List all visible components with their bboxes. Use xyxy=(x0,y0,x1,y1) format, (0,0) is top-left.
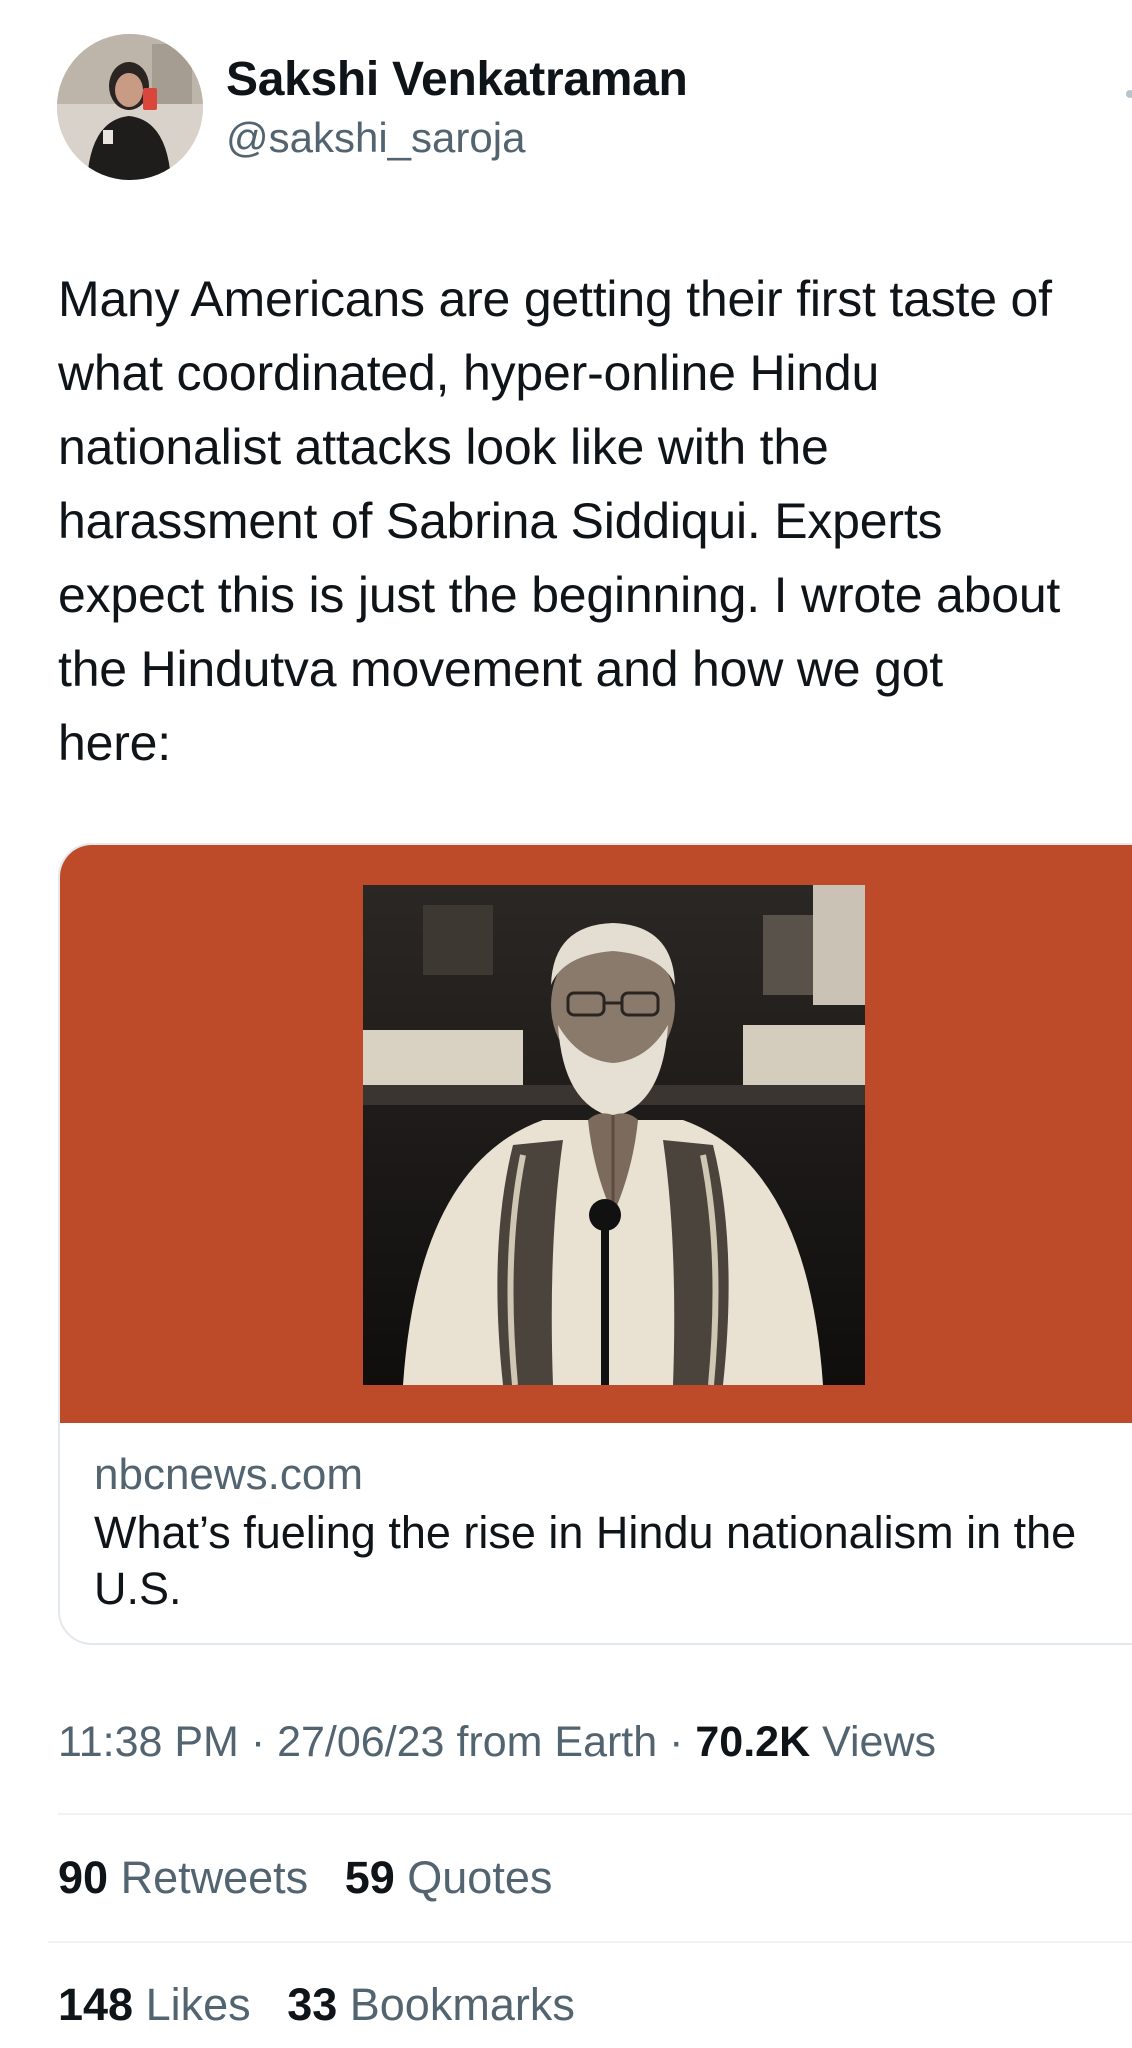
bookmarks-count: 33 xyxy=(287,1979,338,2030)
link-card[interactable]: nbcnews.com What’s fueling the rise in H… xyxy=(58,843,1132,1645)
stats-row-engagement: 90 Retweets 59 Quotes xyxy=(58,1852,576,1904)
author-avatar[interactable] xyxy=(57,34,203,180)
tweet-time[interactable]: 11:38 PM xyxy=(58,1718,239,1766)
tweet-date[interactable]: 27/06/23 xyxy=(277,1718,444,1766)
likes-label: Likes xyxy=(145,1979,251,2030)
divider-middle xyxy=(48,1941,1132,1943)
avatar-photo xyxy=(57,34,203,180)
quotes-label: Quotes xyxy=(407,1852,553,1903)
card-domain[interactable]: nbcnews.com xyxy=(94,1450,363,1500)
bookmarks-stat[interactable]: 33 Bookmarks xyxy=(287,1979,575,2030)
card-title[interactable]: What’s fueling the rise in Hindu nationa… xyxy=(94,1505,1124,1617)
likes-stat[interactable]: 148 Likes xyxy=(58,1979,263,2030)
retweets-stat[interactable]: 90 Retweets xyxy=(58,1852,321,1903)
views-count: 70.2K xyxy=(695,1718,811,1766)
quotes-count: 59 xyxy=(344,1852,395,1903)
retweets-count: 90 xyxy=(58,1852,109,1903)
likes-count: 148 xyxy=(58,1979,134,2030)
tweet-text: Many Americans are getting their first t… xyxy=(58,271,1061,771)
tweet-source: from Earth xyxy=(456,1718,658,1766)
tweet-header: Sakshi Venkatraman @sakshi_saroja xyxy=(57,34,1132,182)
tweet-meta: 11:38 PM · 27/06/23 from Earth · 70.2K V… xyxy=(58,1718,936,1767)
author-display-name[interactable]: Sakshi Venkatraman xyxy=(226,52,688,107)
more-dots-icon[interactable] xyxy=(1120,74,1132,114)
quotes-stat[interactable]: 59 Quotes xyxy=(345,1852,553,1903)
divider-top xyxy=(58,1813,1132,1815)
author-handle[interactable]: @sakshi_saroja xyxy=(226,114,525,162)
meta-separator-2: · xyxy=(657,1718,696,1766)
bookmarks-label: Bookmarks xyxy=(349,1979,575,2030)
card-media[interactable] xyxy=(60,845,1132,1423)
card-photo xyxy=(363,885,865,1385)
stats-row-likes: 148 Likes 33 Bookmarks xyxy=(58,1979,599,2031)
meta-separator: · xyxy=(238,1718,278,1766)
views-label: Views xyxy=(822,1718,937,1766)
retweets-label: Retweets xyxy=(120,1852,309,1903)
